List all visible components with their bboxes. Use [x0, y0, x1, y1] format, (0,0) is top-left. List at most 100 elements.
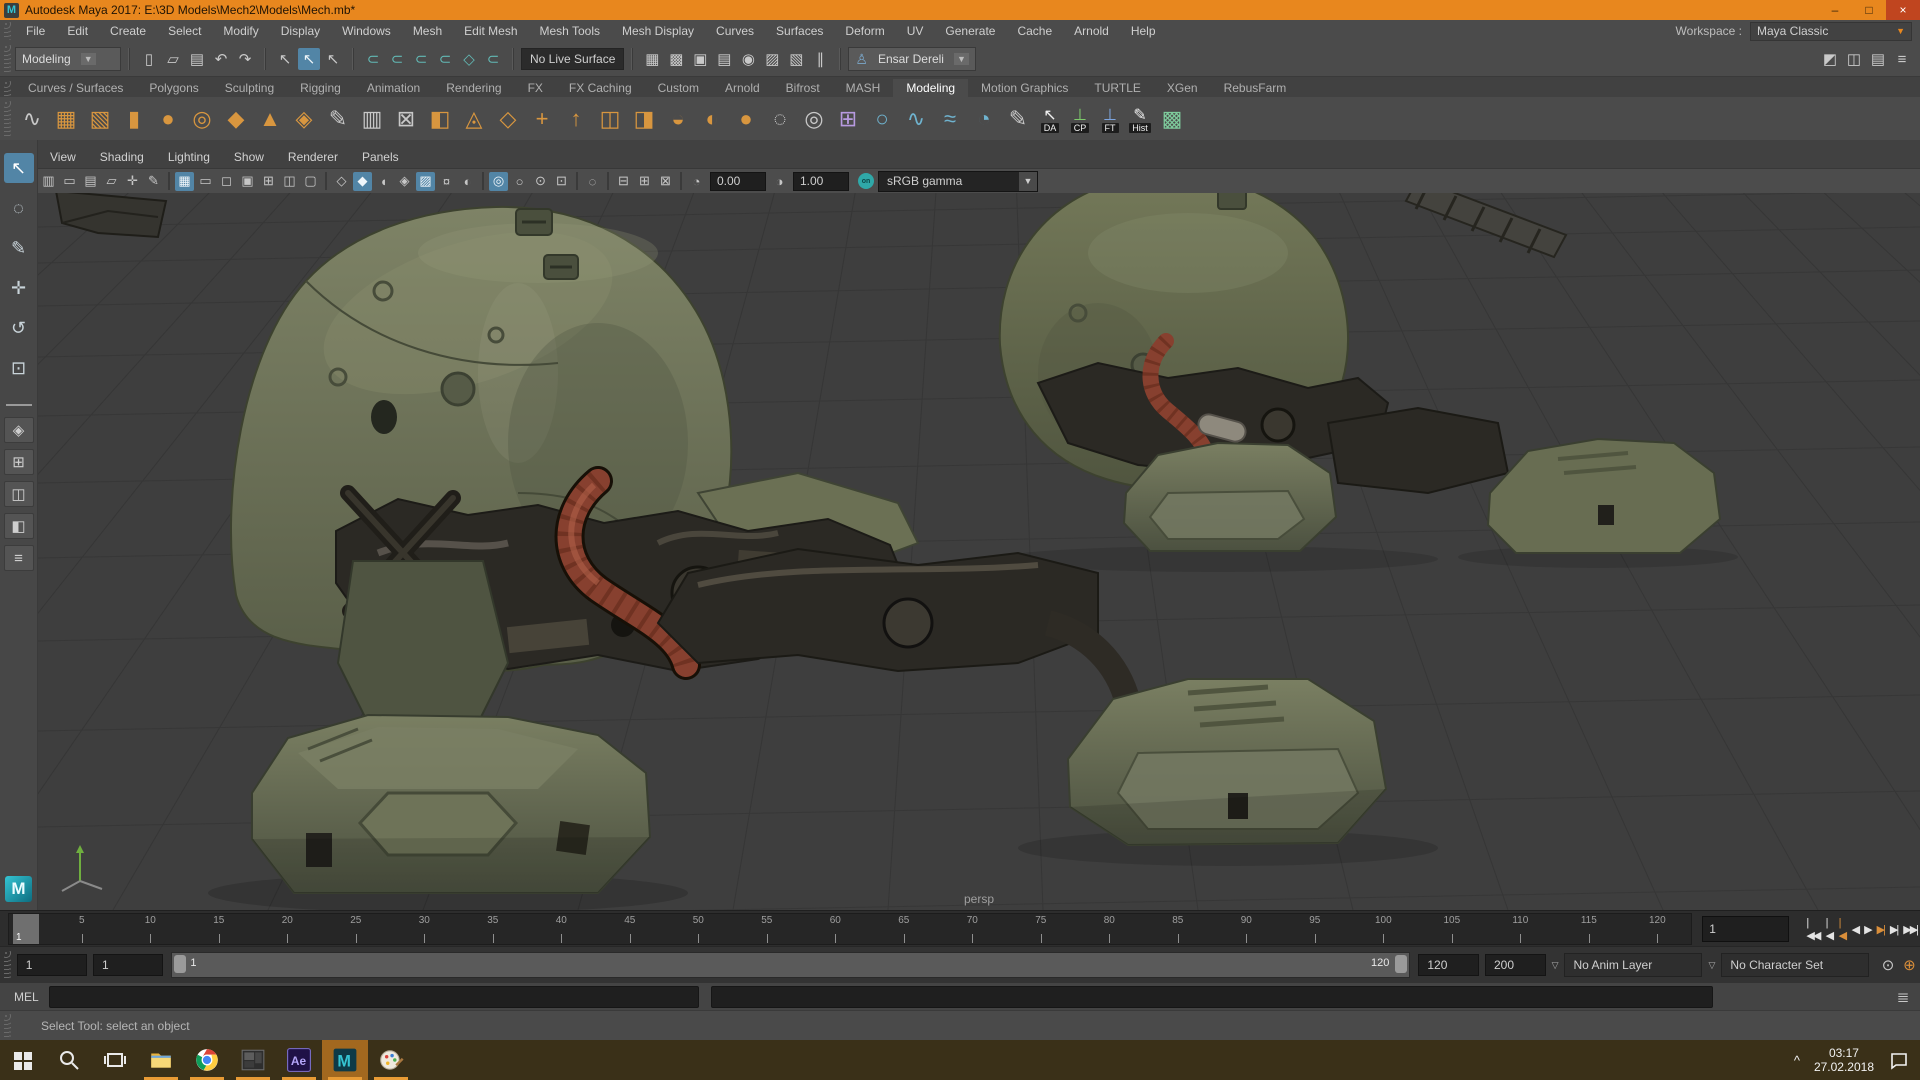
film-gate-icon[interactable]: ▭ — [196, 172, 215, 191]
freeze-transformations-icon[interactable]: ⊥ FT — [1095, 102, 1125, 136]
menu-mesh-display[interactable]: Mesh Display — [611, 24, 705, 38]
menu-file[interactable]: File — [15, 24, 56, 38]
timeline-playhead[interactable]: 1 — [13, 914, 39, 944]
step-back-frame-button[interactable]: |◀ — [1823, 917, 1836, 942]
ep-curve-tool-icon[interactable]: ∿ — [15, 102, 49, 136]
isolate-select-icon[interactable]: ⊡ — [552, 172, 571, 191]
snap-to-view-planes-icon[interactable]: ⊂ — [482, 48, 504, 70]
step-back-key-button[interactable]: |◀ — [1836, 917, 1849, 942]
range-end-handle[interactable] — [1395, 955, 1408, 973]
xray-display-icon[interactable]: ◌ — [583, 172, 602, 191]
range-start-handle[interactable] — [174, 955, 187, 973]
render-current-frame-icon[interactable]: ▩ — [665, 48, 687, 70]
chevron-down-icon[interactable]: ▽ — [1708, 960, 1715, 971]
target-weld-tool-icon[interactable]: ⊠ — [389, 102, 423, 136]
multisample-aa-icon[interactable]: ⊙ — [531, 172, 550, 191]
snap-to-points-icon[interactable]: ⊂ — [410, 48, 432, 70]
menu-windows[interactable]: Windows — [331, 24, 402, 38]
modeling-toolkit-toggle-icon[interactable]: ◩ — [1819, 48, 1841, 70]
bounding-box-display-icon[interactable]: ◈ — [395, 172, 414, 191]
checker-texture-icon[interactable]: ▩ — [1155, 102, 1189, 136]
revolve-icon[interactable]: ◔ — [967, 102, 1001, 136]
panel-menu-panels[interactable]: Panels — [350, 150, 411, 164]
script-editor-icon[interactable]: ≣ — [1892, 986, 1914, 1008]
poly-super-shape-icon[interactable]: ▦ — [49, 102, 83, 136]
user-selector[interactable]: ♙ Ensar Dereli ▼ — [848, 47, 976, 71]
four-pane-layout[interactable]: ⊞ — [3, 449, 34, 475]
anim-layer-selector[interactable]: No Anim Layer — [1564, 953, 1703, 977]
animation-preferences-icon[interactable]: ⊕ — [1899, 954, 1920, 976]
select-tool[interactable]: ↖ — [3, 153, 34, 183]
step-forward-frame-button[interactable]: ▶| — [1887, 917, 1900, 941]
timeline-track[interactable]: 1 5 10 15 20 25 30 35 40 45 50 55 60 65 70 75 80 85 90 95 1… — [8, 913, 1693, 945]
two-pane-side-layout[interactable]: ◫ — [3, 481, 34, 507]
poly-cylinder-icon[interactable]: ▮ — [117, 102, 151, 136]
pane-settings-icon[interactable]: ⊠ — [656, 172, 675, 191]
taskbar-clock[interactable]: 03:17 27.02.2018 — [1814, 1046, 1874, 1074]
outliner-list-layout[interactable]: ≡ — [3, 545, 34, 571]
chevron-down-icon[interactable]: ▽ — [1552, 960, 1559, 971]
safe-title-icon[interactable]: ▢ — [301, 172, 320, 191]
shelf-tab-fx[interactable]: FX — [515, 79, 556, 97]
menu-surfaces[interactable]: Surfaces — [765, 24, 834, 38]
action-center-icon[interactable] — [1888, 1049, 1910, 1071]
go-to-start-button[interactable]: |◀◀ — [1803, 917, 1822, 942]
panel-menu-show[interactable]: Show — [222, 150, 276, 164]
redo-icon[interactable]: ↷ — [234, 48, 256, 70]
poly-sphere-icon[interactable]: ● — [151, 102, 185, 136]
lattice-deformer-icon[interactable]: ⊞ — [831, 102, 865, 136]
shelf-tab-rigging[interactable]: Rigging — [287, 79, 354, 97]
gamma-field[interactable]: 1.00 — [793, 171, 849, 191]
menu-create[interactable]: Create — [99, 24, 157, 38]
panel-menu-view[interactable]: View — [38, 150, 88, 164]
slide-edge-tool-icon[interactable]: ✎ — [321, 102, 355, 136]
menu-generate[interactable]: Generate — [934, 24, 1006, 38]
render-setup-icon[interactable]: ▨ — [761, 48, 783, 70]
channel-box-toggle-icon[interactable]: ≡ — [1891, 48, 1913, 70]
play-backwards-button[interactable]: ◀ — [1849, 917, 1861, 941]
nurbs-circle-icon[interactable]: ○ — [865, 102, 899, 136]
menu-set-selector[interactable]: Modeling ▼ — [15, 47, 121, 71]
photos-taskbar-button[interactable] — [230, 1040, 276, 1080]
rotate-tool[interactable]: ↺ — [4, 313, 34, 343]
image-plane-icon[interactable]: ▱ — [102, 172, 121, 191]
shelf-tab-fx-caching[interactable]: FX Caching — [556, 79, 645, 97]
go-to-end-button[interactable]: ▶▶| — [1900, 917, 1920, 941]
workspace-selector[interactable]: Maya Classic ▼ — [1750, 21, 1912, 41]
exposure-field[interactable]: 0.00 — [710, 171, 766, 191]
character-set-selector[interactable]: No Character Set — [1721, 953, 1870, 977]
task-view-button[interactable] — [92, 1040, 138, 1080]
move-tool[interactable]: ✛ — [4, 273, 34, 303]
menu-arnold[interactable]: Arnold — [1063, 24, 1120, 38]
pencil-curve-tool-icon[interactable]: ∿ — [899, 102, 933, 136]
sculpt-tool-icon[interactable]: ● — [729, 102, 763, 136]
playback-range-slider[interactable]: 1 120 — [171, 952, 1411, 978]
save-scene-icon[interactable]: ▤ — [186, 48, 208, 70]
menu-edit[interactable]: Edit — [56, 24, 99, 38]
shelf-tab-xgen[interactable]: XGen — [1154, 79, 1211, 97]
ipr-render-icon[interactable]: ▣ — [689, 48, 711, 70]
shelf-tab-arnold[interactable]: Arnold — [712, 79, 773, 97]
tray-chevron-icon[interactable]: ^ — [1794, 1053, 1800, 1068]
field-chart-icon[interactable]: ⊞ — [259, 172, 278, 191]
menu-help[interactable]: Help — [1120, 24, 1167, 38]
shelf-tab-custom[interactable]: Custom — [645, 79, 712, 97]
start-button[interactable] — [0, 1040, 46, 1080]
menu-select[interactable]: Select — [157, 24, 212, 38]
boolean-union-icon[interactable]: ◧ — [423, 102, 457, 136]
maya-taskbar-button[interactable]: M — [322, 1040, 368, 1080]
shelf-tab-turtle[interactable]: TURTLE — [1081, 79, 1153, 97]
shelf-tab-motion-graphics[interactable]: Motion Graphics — [968, 79, 1081, 97]
gamma-icon[interactable]: ◑ — [770, 172, 789, 191]
textured-display-icon[interactable]: ▨ — [416, 171, 435, 191]
play-forwards-button[interactable]: ▶ — [1861, 917, 1873, 941]
gate-mask-icon[interactable]: ▣ — [238, 172, 257, 191]
minimize-button[interactable]: – — [1818, 0, 1852, 20]
poly-plane-icon[interactable]: ◆ — [219, 102, 253, 136]
shelf-tab-polygons[interactable]: Polygons — [136, 79, 211, 97]
mirror-icon[interactable]: ◐ — [695, 102, 729, 136]
poly-cone-icon[interactable]: ▲ — [253, 102, 287, 136]
smooth-shade-display-icon[interactable]: ◆ — [353, 171, 372, 191]
color-management-icon[interactable]: on — [858, 173, 874, 189]
undo-icon[interactable]: ↶ — [210, 48, 232, 70]
